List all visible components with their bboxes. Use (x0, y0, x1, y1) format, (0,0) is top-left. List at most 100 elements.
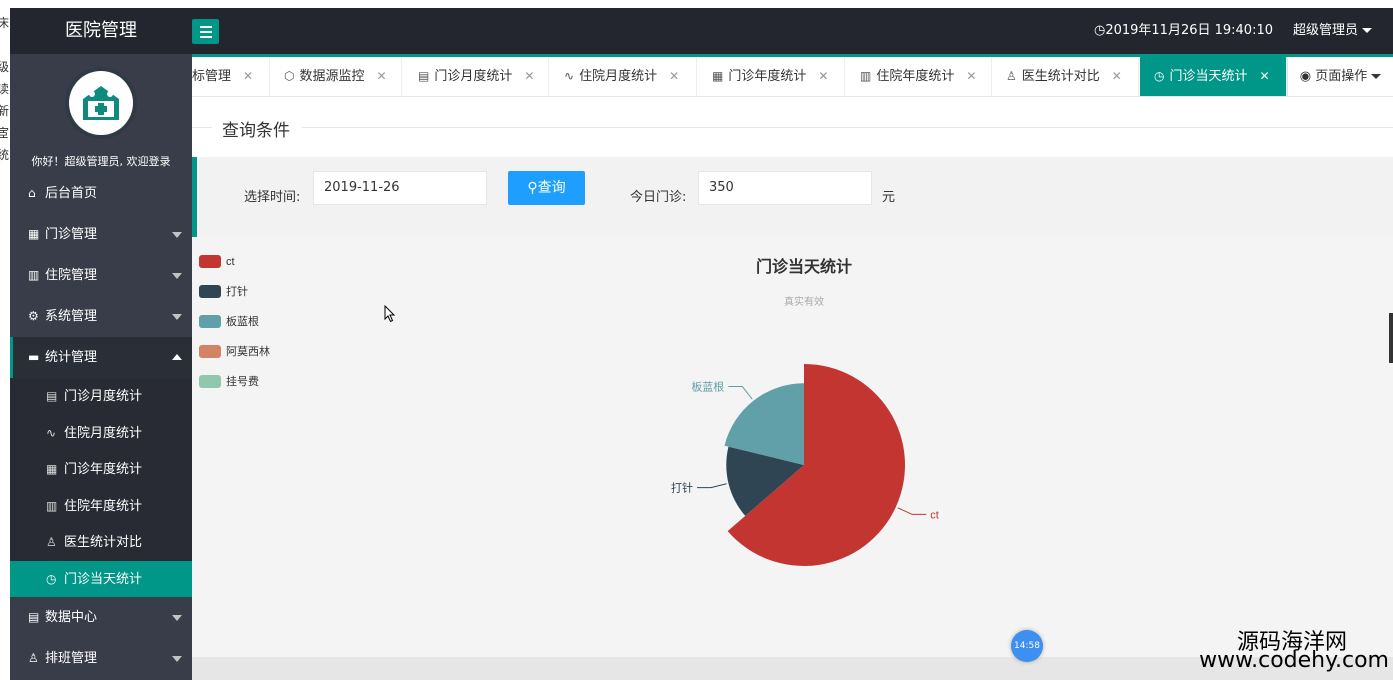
hamburger-line (199, 30, 212, 33)
close-icon[interactable]: ✕ (1112, 69, 1122, 83)
grid-icon: ▦ (28, 227, 40, 241)
pie-chart-panel: 门诊当天统计 真实有效 ct 打针 板蓝根 阿莫西林 挂号费 ct 打针 板蓝根 (192, 237, 1393, 657)
sidebar-item-outpatient[interactable]: ▦ 门诊管理 (10, 214, 192, 255)
building-icon: ▥ (28, 268, 40, 282)
tab-outpatient-monthly[interactable]: ▤ 门诊月度统计 ✕ (403, 57, 549, 96)
legend-swatch[interactable] (199, 255, 221, 268)
tab-label: 数据源监控 (299, 69, 365, 84)
user-menu[interactable]: 超级管理员 (1293, 8, 1393, 54)
query-form: 选择时间: 2019-11-26 ⚲查询 今日门诊: 350 元 (192, 157, 1393, 237)
search-icon: ⚲ (527, 180, 538, 196)
today-label: 今日门诊: (630, 190, 687, 205)
sidebar-item-label: 门诊管理 (45, 227, 98, 242)
close-icon[interactable]: ✕ (1260, 69, 1270, 83)
user-icon: ♙ (1006, 69, 1017, 83)
submenu-item-inpatient-monthly[interactable]: ∿ 住院月度统计 (10, 415, 192, 452)
legend-label[interactable]: ct (226, 256, 235, 268)
legend-label[interactable]: 阿莫西林 (226, 344, 270, 358)
chevron-down-icon (172, 232, 182, 238)
sidebar-item-data-center[interactable]: ▤ 数据中心 (10, 597, 192, 638)
tab-label: 标管理 (192, 69, 232, 84)
legend-label[interactable]: 板蓝根 (226, 314, 259, 328)
submenu-item-outpatient-today[interactable]: ◷ 门诊当天统计 (10, 560, 192, 597)
submenu-item-doctor-compare[interactable]: ♙ 医生统计对比 (10, 524, 192, 561)
submenu-item-outpatient-monthly[interactable]: ▤ 门诊月度统计 (10, 378, 192, 415)
hamburger-line (199, 35, 212, 38)
table-icon: ▦ (46, 462, 58, 476)
strip-char: 读 (0, 82, 10, 96)
legend-swatch[interactable] (199, 375, 221, 388)
legend-label[interactable]: 打针 (226, 284, 248, 298)
close-icon[interactable]: ✕ (669, 69, 679, 83)
app-brand: 医院管理 (65, 20, 137, 41)
sidebar-item-inpatient[interactable]: ▥ 住院管理 (10, 255, 192, 296)
clock-icon: ◷ (46, 571, 57, 586)
cube-icon: ⬡ (284, 69, 295, 83)
slice-label: 打针 (671, 481, 693, 495)
query-button[interactable]: ⚲查询 (508, 171, 585, 205)
sidebar-item-schedule[interactable]: ♙ 排班管理 (10, 638, 192, 679)
tab-label: 门诊年度统计 (728, 69, 807, 84)
legend-swatch[interactable] (199, 285, 221, 298)
chevron-up-icon (172, 354, 182, 360)
tab-label: 医生统计对比 (1021, 69, 1100, 84)
background-window-strip: 床 i 级 读 新 宦 统 (0, 0, 10, 680)
tab-partial[interactable]: 标管理 ✕ (192, 57, 270, 96)
user-name: 超级管理员 (1293, 23, 1359, 38)
clipboard-icon: ▤ (418, 69, 430, 83)
close-icon[interactable]: ✕ (524, 69, 534, 83)
clock-icon: ◷ (1093, 23, 1106, 38)
tab-label: 住院月度统计 (579, 69, 658, 84)
floating-clock-badge[interactable]: 14:58 (1011, 630, 1043, 662)
close-icon[interactable]: ✕ (966, 69, 976, 83)
page-operations-dropdown[interactable]: ◉ 页面操作 (1287, 57, 1393, 96)
profile-panel: 你好！超级管理员, 欢迎登录 (10, 54, 192, 173)
submenu-item-label: 门诊月度统计 (64, 389, 143, 404)
tab-inpatient-monthly[interactable]: ∿ 住院月度统计 ✕ (550, 57, 697, 96)
tab-label: 门诊当天统计 (1169, 69, 1248, 84)
legend-swatch[interactable] (199, 345, 221, 358)
tab-outpatient-yearly[interactable]: ▦ 门诊年度统计 ✕ (698, 57, 845, 96)
close-icon[interactable]: ✕ (243, 69, 253, 83)
home-icon: ⌂ (28, 186, 36, 200)
hamburger-icon (199, 25, 212, 28)
avatar (65, 67, 137, 139)
sidebar-item-system[interactable]: ⚙ 系统管理 (10, 296, 192, 337)
tab-datasource-monitor[interactable]: ⬡ 数据源监控 ✕ (270, 57, 402, 96)
sidebar-item-label: 数据中心 (45, 610, 98, 625)
strip-char: 新 (0, 104, 10, 118)
datetime-text: 2019年11月26日 19:40:10 (1105, 23, 1273, 38)
watermark-url: www.codehy.com (1199, 648, 1389, 673)
fieldset-line (302, 127, 1393, 128)
today-visits-input[interactable]: 350 (698, 171, 872, 205)
chart-title: 门诊当天统计 (756, 257, 852, 276)
scrollbar-handle[interactable] (1389, 313, 1393, 363)
sidebar-item-home[interactable]: ⌂ 后台首页 (10, 173, 192, 214)
submenu-item-outpatient-yearly[interactable]: ▦ 门诊年度统计 (10, 451, 192, 488)
submenu-item-inpatient-yearly[interactable]: ▥ 住院年度统计 (10, 488, 192, 525)
pie-slices (724, 364, 906, 566)
label-leader-line (696, 483, 727, 489)
tab-label: 门诊月度统计 (434, 69, 513, 84)
tab-doctor-compare[interactable]: ♙ 医生统计对比 ✕ (993, 57, 1139, 96)
close-icon[interactable]: ✕ (818, 69, 828, 83)
submenu-item-label: 医生统计对比 (64, 535, 143, 550)
tab-outpatient-today[interactable]: ◷ 门诊当天统计 ✕ (1140, 57, 1287, 96)
legend-label[interactable]: 挂号费 (226, 374, 259, 388)
target-icon: ◉ (1299, 69, 1312, 84)
pie-chart: 门诊当天统计 真实有效 ct打针板蓝根阿莫西林挂号费 ct打针板蓝根 (199, 255, 939, 566)
date-input[interactable]: 2019-11-26 (313, 171, 487, 205)
legend-swatch[interactable] (199, 315, 221, 328)
sidebar-item-statistics[interactable]: ▬ 统计管理 (10, 337, 192, 378)
page-ops-label: 页面操作 (1315, 69, 1368, 84)
unit-label: 元 (882, 190, 896, 205)
tab-inpatient-yearly[interactable]: ▥ 住院年度统计 ✕ (846, 57, 992, 96)
sidebar-item-label: 住院管理 (45, 268, 98, 283)
menu-toggle-button[interactable] (192, 19, 219, 44)
label-leader-line (897, 507, 927, 515)
submenu-item-label: 门诊当天统计 (64, 571, 143, 587)
pulse-icon: ∿ (564, 69, 575, 83)
top-header: 医院管理 ◷2019年11月26日 19:40:10 超级管理员 (10, 8, 1393, 54)
close-icon[interactable]: ✕ (377, 69, 387, 83)
building-icon: ▥ (46, 498, 58, 513)
